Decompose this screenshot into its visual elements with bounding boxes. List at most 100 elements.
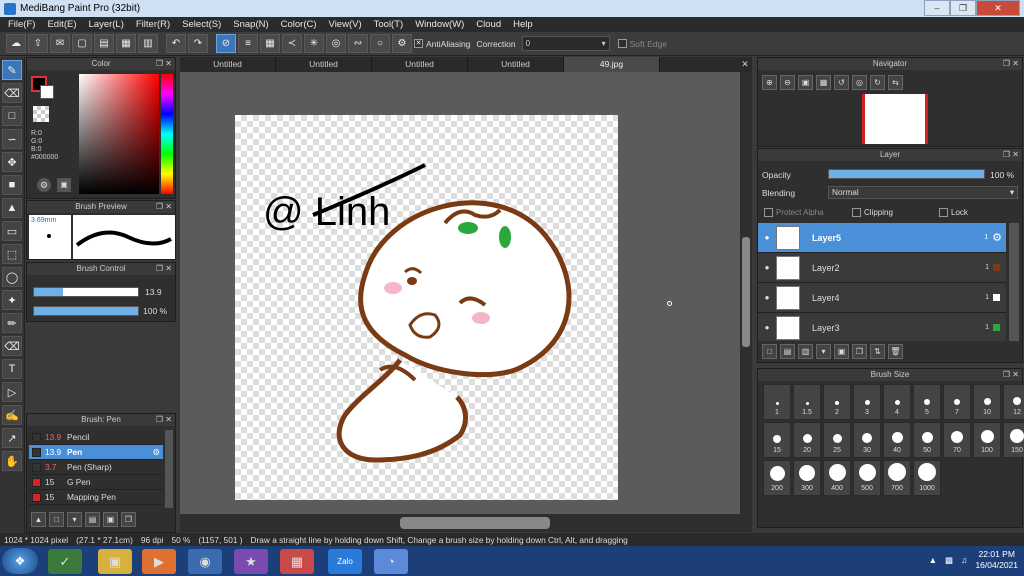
transparent-color-swatch[interactable] bbox=[33, 106, 49, 122]
panel-close-icon[interactable]: ❐ ✕ bbox=[1003, 149, 1019, 161]
layer-row-layer5[interactable]: ● Layer5 1 ⚙ bbox=[758, 223, 1006, 253]
layer-row-layer4[interactable]: ● Layer4 1 bbox=[758, 283, 1006, 313]
brush-tool-icon[interactable]: ✎ bbox=[2, 60, 22, 80]
clock[interactable]: 22:01 PM 16/04/2021 bbox=[975, 549, 1018, 571]
add-layer-menu-icon[interactable]: ▾ bbox=[816, 344, 831, 359]
sheet-icon[interactable]: ▥ bbox=[138, 34, 158, 53]
chat-icon[interactable]: ✉ bbox=[50, 34, 70, 53]
brush-size-option[interactable]: 100 bbox=[973, 422, 1001, 458]
zalo-icon[interactable]: Zalo bbox=[328, 549, 362, 574]
radial-snap-icon[interactable]: ✳ bbox=[304, 34, 324, 53]
snap-off-icon[interactable]: ⊘ bbox=[216, 34, 236, 53]
new-layer-icon[interactable]: □ bbox=[762, 344, 777, 359]
circle-snap-icon[interactable]: ○ bbox=[370, 34, 390, 53]
brush-size-option[interactable]: 1000 bbox=[913, 460, 941, 496]
brush-size-option[interactable]: 3 bbox=[853, 384, 881, 420]
brush-size-option[interactable]: 70 bbox=[943, 422, 971, 458]
brush-size-option[interactable]: 400 bbox=[823, 460, 851, 496]
canvas-horizontal-scrollbar[interactable] bbox=[180, 514, 752, 532]
rotate-left-icon[interactable]: ↺ bbox=[834, 75, 849, 90]
folder-icon[interactable]: ▣ bbox=[103, 512, 118, 527]
parallel-snap-icon[interactable]: ≡ bbox=[238, 34, 258, 53]
rect-select-icon[interactable]: ⬚ bbox=[2, 244, 22, 264]
menu-tool[interactable]: Tool(T) bbox=[368, 19, 410, 30]
zoom-in-icon[interactable]: ⊕ bbox=[762, 75, 777, 90]
tab-untitled-1[interactable]: Untitled bbox=[180, 57, 276, 72]
tab-untitled-3[interactable]: Untitled bbox=[372, 57, 468, 72]
panel-close-icon[interactable]: ❐ ✕ bbox=[1003, 369, 1019, 381]
gear-icon[interactable]: ⚙ bbox=[153, 447, 160, 457]
panel-close-icon[interactable]: ❐ ✕ bbox=[1003, 58, 1019, 70]
brush-item-pen[interactable]: 13.9 Pen ⚙ bbox=[29, 445, 163, 460]
brush-item-g-pen[interactable]: 15 G Pen bbox=[29, 475, 163, 490]
document-icon[interactable]: ▤ bbox=[94, 34, 114, 53]
brush-size-option[interactable]: 4 bbox=[883, 384, 911, 420]
lasso-select-icon[interactable]: ◯ bbox=[2, 267, 22, 287]
copy-brush-icon[interactable]: ▤ bbox=[85, 512, 100, 527]
menu-select[interactable]: Select(S) bbox=[176, 19, 227, 30]
fill-shape-tool-icon[interactable]: ■ bbox=[2, 175, 22, 195]
clipping-toggle[interactable]: Clipping bbox=[852, 208, 893, 217]
brush-size-option[interactable]: 500 bbox=[853, 460, 881, 496]
new-halftone-layer-icon[interactable]: ▤ bbox=[780, 344, 795, 359]
antialias-checkbox[interactable]: ✕ bbox=[414, 39, 423, 48]
comment-icon[interactable]: ▢ bbox=[72, 34, 92, 53]
secondary-color-swatch[interactable] bbox=[40, 85, 54, 99]
maximize-button[interactable]: ❐ bbox=[950, 0, 976, 16]
visibility-icon[interactable]: ● bbox=[758, 293, 776, 302]
clipping-checkbox[interactable] bbox=[852, 208, 861, 217]
brush-size-slider[interactable] bbox=[33, 287, 139, 297]
menu-window[interactable]: Window(W) bbox=[409, 19, 470, 30]
brush-item-pen-sharp[interactable]: 3.7 Pen (Sharp) bbox=[29, 460, 163, 475]
bucket-tool-icon[interactable]: ▲ bbox=[2, 198, 22, 218]
new-brush-icon[interactable]: □ bbox=[49, 512, 64, 527]
start-button[interactable]: ❖ bbox=[2, 548, 38, 574]
curve-snap-icon[interactable]: ∾ bbox=[348, 34, 368, 53]
brush-size-option[interactable]: 50 bbox=[913, 422, 941, 458]
lock-checkbox[interactable] bbox=[939, 208, 948, 217]
tool-app-icon[interactable]: ▦ bbox=[280, 549, 314, 574]
hue-slider[interactable] bbox=[161, 74, 173, 194]
text-tool-icon[interactable]: T bbox=[2, 359, 22, 379]
canvas-vertical-scrollbar[interactable] bbox=[740, 72, 752, 514]
zoom-out-icon[interactable]: ⊖ bbox=[780, 75, 795, 90]
network-icon[interactable]: ▩ bbox=[945, 555, 953, 566]
reset-rotate-icon[interactable]: ◎ bbox=[852, 75, 867, 90]
menu-color[interactable]: Color(C) bbox=[275, 19, 323, 30]
fit-screen-icon[interactable]: ▣ bbox=[798, 75, 813, 90]
cloud-icon[interactable]: ☁ bbox=[6, 34, 26, 53]
close-tab-icon[interactable]: ✕ bbox=[738, 57, 752, 72]
show-hidden-icons-icon[interactable]: ▲ bbox=[929, 555, 937, 565]
grid-doc-icon[interactable]: ▦ bbox=[116, 34, 136, 53]
layer-opacity-slider[interactable] bbox=[828, 169, 985, 179]
brush-size-option[interactable]: 30 bbox=[853, 422, 881, 458]
canvas-area[interactable]: @ Linh bbox=[180, 72, 740, 514]
grid-snap-icon[interactable]: ▦ bbox=[260, 34, 280, 53]
eyedropper-tool-icon[interactable]: ✍ bbox=[2, 405, 22, 425]
duplicate-icon[interactable]: ❐ bbox=[121, 512, 136, 527]
menu-layer[interactable]: Layer(L) bbox=[83, 19, 130, 30]
menu-edit[interactable]: Edit(E) bbox=[41, 19, 82, 30]
brush-opacity-slider[interactable] bbox=[33, 306, 139, 316]
game-app-icon[interactable]: ★ bbox=[234, 549, 268, 574]
dot-tool-icon[interactable]: □ bbox=[2, 106, 22, 126]
saturation-value-picker[interactable] bbox=[79, 74, 159, 194]
brush-item-mapping-pen[interactable]: 15 Mapping Pen bbox=[29, 490, 163, 505]
rotate-right-icon[interactable]: ↻ bbox=[870, 75, 885, 90]
menu-filter[interactable]: Filter(R) bbox=[130, 19, 176, 30]
volume-icon[interactable]: ♫ bbox=[961, 555, 967, 565]
brush-size-option[interactable]: 15 bbox=[763, 422, 791, 458]
menu-help[interactable]: Help bbox=[507, 19, 539, 30]
brush-size-option[interactable]: 1.5 bbox=[793, 384, 821, 420]
vertical-scroll-thumb[interactable] bbox=[742, 237, 750, 347]
tab-untitled-2[interactable]: Untitled bbox=[276, 57, 372, 72]
brush-item-pencil[interactable]: 13.9 Pencil bbox=[29, 430, 163, 445]
gradient-tool-icon[interactable]: ▭ bbox=[2, 221, 22, 241]
move-tool-icon[interactable]: ✥ bbox=[2, 152, 22, 172]
actual-size-icon[interactable]: ▦ bbox=[816, 75, 831, 90]
operation-tool-icon[interactable]: ↗ bbox=[2, 428, 22, 448]
menu-cloud[interactable]: Cloud bbox=[470, 19, 507, 30]
visibility-icon[interactable]: ● bbox=[758, 323, 776, 332]
correction-select[interactable]: 0 ▾ bbox=[521, 36, 610, 51]
softedge-toggle[interactable]: Soft Edge bbox=[617, 39, 667, 49]
